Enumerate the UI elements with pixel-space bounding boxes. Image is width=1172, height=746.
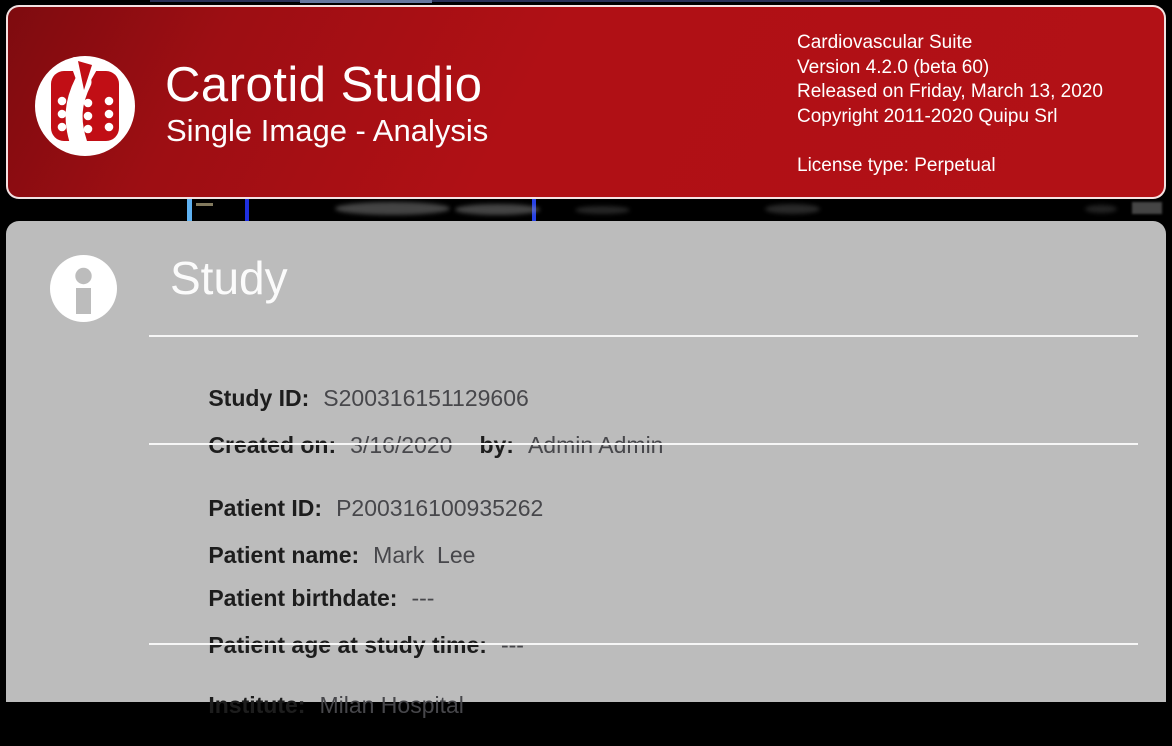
ultrasound-strip — [0, 199, 1172, 221]
created-by-value: Admin Admin — [528, 432, 664, 458]
institute-row: Institute: Milan Hospital — [170, 665, 464, 746]
ultrasound-echo-texture — [335, 202, 450, 215]
app-background: Carotid Studio Single Image - Analysis C… — [0, 0, 1172, 710]
institute-label: Institute: — [208, 692, 305, 718]
app-title: Carotid Studio — [165, 57, 483, 113]
info-icon — [50, 255, 117, 322]
separator-line — [149, 443, 1138, 445]
ultrasound-caliper-lightblue — [187, 199, 192, 221]
window-top-border-line — [150, 0, 880, 2]
patient-age-label: Patient age at study time: — [208, 632, 487, 658]
window-top-border-highlight — [300, 0, 432, 3]
created-on-label: Created on: — [208, 432, 336, 458]
copyright-line: Copyright 2011-2020 Quipu Srl — [797, 105, 1103, 130]
ultrasound-echo-texture — [455, 204, 540, 215]
spacer-line — [797, 129, 1103, 154]
ultrasound-marker-dash — [196, 203, 213, 206]
version-line: Version 4.2.0 (beta 60) — [797, 56, 1103, 81]
institute-value: Milan Hospital — [319, 692, 463, 718]
release-date-line: Released on Friday, March 13, 2020 — [797, 80, 1103, 105]
ultrasound-echo-texture — [765, 204, 820, 214]
carotid-studio-logo-icon — [35, 56, 135, 156]
license-line: License type: Perpetual — [797, 154, 1103, 179]
study-panel: Study Study ID:S200316151129606 Created … — [6, 221, 1166, 702]
separator-line — [149, 335, 1138, 337]
ultrasound-echo-texture — [1085, 205, 1117, 213]
ultrasound-gray-block — [1132, 202, 1162, 214]
app-subtitle: Single Image - Analysis — [166, 113, 488, 149]
patient-age-value: --- — [501, 632, 524, 658]
study-section-title: Study — [170, 251, 288, 305]
ultrasound-caliper-blue-1 — [245, 199, 249, 221]
splash-header-panel: Carotid Studio Single Image - Analysis C… — [6, 5, 1166, 199]
version-info-block: Cardiovascular Suite Version 4.2.0 (beta… — [797, 31, 1103, 178]
created-by-label: by: — [479, 432, 514, 458]
created-on-value: 3/16/2020 — [350, 432, 452, 458]
suite-name: Cardiovascular Suite — [797, 31, 1103, 56]
separator-line — [149, 643, 1138, 645]
ultrasound-echo-texture — [575, 206, 630, 214]
